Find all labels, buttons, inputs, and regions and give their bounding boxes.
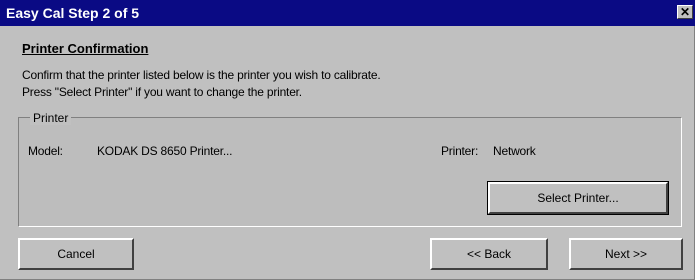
instruction-text-2: Press "Select Printer" if you want to ch… [22, 85, 302, 99]
page-title: Printer Confirmation [22, 41, 149, 56]
back-label: << Back [466, 247, 512, 261]
select-printer-label: Select Printer... [537, 191, 619, 205]
printer-group-label: Printer [30, 111, 72, 125]
next-label: Next >> [604, 247, 648, 261]
cancel-label: Cancel [57, 247, 95, 261]
next-button[interactable]: Next >> [569, 238, 683, 270]
close-icon[interactable]: ✕ [677, 5, 693, 19]
window-title: Easy Cal Step 2 of 5 [6, 5, 140, 21]
easy-cal-dialog: Easy Cal Step 2 of 5 ✕ Printer Confirmat… [0, 0, 695, 280]
select-printer-button[interactable]: Select Printer... [487, 181, 669, 215]
printer-label: Printer: [441, 144, 479, 158]
model-value: KODAK DS 8650 Printer... [97, 144, 233, 158]
cancel-button[interactable]: Cancel [18, 238, 134, 270]
model-label: Model: [28, 144, 63, 158]
back-button[interactable]: << Back [430, 238, 548, 270]
title-bar[interactable]: Easy Cal Step 2 of 5 ✕ [0, 0, 695, 26]
instruction-text-1: Confirm that the printer listed below is… [22, 68, 381, 82]
printer-value: Network [493, 144, 536, 158]
